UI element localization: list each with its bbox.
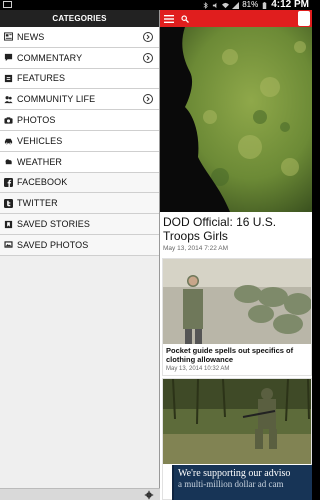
people-icon — [4, 95, 13, 103]
article-date: May 13, 2014 10:32 AM — [166, 366, 230, 372]
menu-item-saved-photos[interactable]: SAVED PHOTOS — [0, 234, 159, 256]
newspaper-icon — [4, 32, 13, 41]
menu-label: SAVED STORIES — [17, 219, 90, 230]
menu-item-commentary[interactable]: COMMENTARY — [0, 47, 159, 69]
clock: 4:12 PM — [271, 0, 309, 10]
article-image — [163, 259, 311, 344]
menu-label: PHOTOS — [17, 115, 56, 126]
chevron-right-icon[interactable] — [143, 52, 153, 63]
hero-image[interactable] — [160, 27, 312, 212]
hero-photo — [160, 27, 312, 212]
menu-item-community-life[interactable]: COMMUNITY LIFE — [0, 89, 159, 111]
speech-bubble-icon — [4, 54, 13, 62]
silent-icon — [213, 2, 217, 8]
menu-item-facebook[interactable]: FACEBOOK — [0, 172, 159, 194]
ad-banner[interactable]: We're supporting our adviso a multi-mill… — [172, 465, 312, 500]
menu-label: SAVED PHOTOS — [17, 239, 89, 250]
app-toolbar — [160, 10, 312, 27]
settings-gear-icon[interactable] — [144, 490, 154, 500]
status-icons: 81% 4:12 PM — [202, 0, 309, 10]
battery-icon — [262, 1, 267, 9]
chevron-right-icon[interactable] — [143, 32, 153, 42]
search-button[interactable] — [178, 10, 192, 27]
cloud-icon — [5, 159, 12, 165]
drawer-title: CATEGORIES — [0, 10, 159, 27]
bluetooth-icon — [203, 1, 208, 9]
category-list: NEWS COMMENTARY FEATURES COMMUNITY LIFE … — [0, 27, 159, 256]
chevron-right-icon[interactable] — [143, 94, 153, 105]
article-card[interactable]: Pocket guide spells out specifics of clo… — [162, 258, 312, 376]
menu-label: TWITTER — [17, 198, 58, 209]
menu-item-features[interactable]: FEATURES — [0, 68, 159, 90]
twitter-icon — [4, 198, 13, 208]
menu-label: FACEBOOK — [17, 177, 68, 188]
menu-label: WEATHER — [17, 156, 63, 167]
menu-label: COMMENTARY — [17, 52, 83, 63]
hamburger-icon — [164, 14, 174, 23]
article-image — [163, 379, 311, 464]
navigation-drawer: CATEGORIES NEWS COMMENTARY FEATURES COMM… — [0, 10, 160, 500]
article-title: Pocket guide spells out specifics of clo… — [166, 346, 294, 364]
camera-icon — [4, 116, 13, 124]
menu-item-news[interactable]: NEWS — [0, 27, 159, 48]
menu-label: COMMUNITY LIFE — [17, 94, 96, 105]
menu-item-photos[interactable]: PHOTOS — [0, 110, 159, 131]
ad-line-1: We're supporting our adviso — [178, 468, 291, 479]
wifi-icon — [222, 2, 230, 8]
menu-item-twitter[interactable]: TWITTER — [0, 193, 159, 215]
signal-icon — [232, 1, 240, 9]
search-icon — [181, 14, 189, 23]
status-bar: 81% 4:12 PM — [0, 0, 312, 10]
drawer-footer — [0, 488, 160, 500]
gallery-notification-icon — [3, 1, 12, 8]
ad-line-2: a multi-million dollar ad cam — [178, 479, 284, 489]
menu-label: FEATURES — [17, 73, 66, 84]
saved-photos-icon — [4, 241, 13, 249]
main-content: DOD Official: 16 U.S. Troops Girls May 1… — [160, 10, 312, 500]
hero-headline[interactable]: DOD Official: 16 U.S. Troops Girls — [163, 215, 311, 243]
bookmark-icon — [4, 220, 13, 228]
menu-label: NEWS — [17, 31, 45, 42]
car-icon — [4, 139, 13, 145]
battery-percent: 81% — [242, 0, 259, 9]
menu-item-saved-stories[interactable]: SAVED STORIES — [0, 214, 159, 235]
doc-icon — [4, 74, 13, 83]
menu-item-weather[interactable]: WEATHER — [0, 151, 159, 173]
menu-item-vehicles[interactable]: VEHICLES — [0, 130, 159, 152]
hero-date: May 13, 2014 7:22 AM — [163, 245, 229, 252]
app-logo — [298, 11, 310, 26]
facebook-icon — [4, 177, 13, 187]
menu-toggle-button[interactable] — [160, 10, 178, 27]
menu-label: VEHICLES — [17, 135, 63, 146]
